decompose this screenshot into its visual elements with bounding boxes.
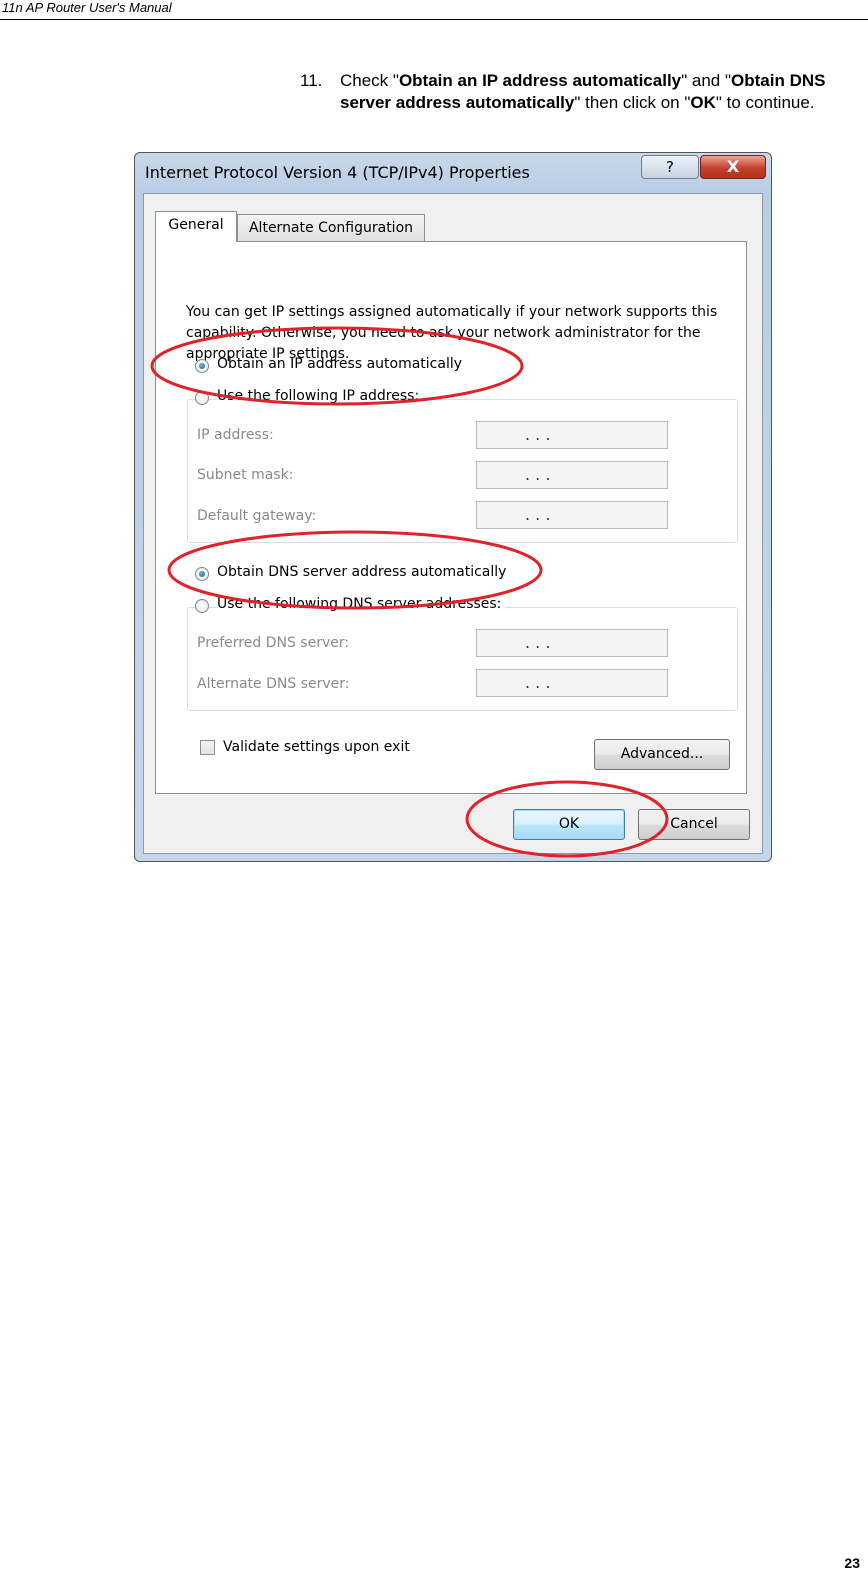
alternate-dns-dots: . . .: [525, 673, 551, 692]
help-icon: ?: [666, 158, 674, 176]
page-number: 23: [844, 1555, 860, 1571]
radio-obtain-dns-automatically[interactable]: [195, 567, 209, 581]
step-mid2: " then click on ": [574, 93, 691, 112]
cancel-button[interactable]: Cancel: [638, 809, 750, 840]
label-ip-address: IP address:: [197, 427, 274, 443]
dialog-titlebar[interactable]: Internet Protocol Version 4 (TCP/IPv4) P…: [135, 153, 771, 193]
step-bold-ip: Obtain an IP address automatically: [398, 71, 682, 90]
ip-address-dots: . . .: [525, 425, 551, 444]
label-use-following-dns[interactable]: Use the following DNS server addresses:: [217, 596, 506, 612]
default-gateway-dots: . . .: [525, 505, 551, 524]
alternate-dns-field[interactable]: . . .: [476, 669, 668, 697]
advanced-button[interactable]: Advanced...: [594, 739, 730, 770]
step-number: 11.: [300, 71, 323, 90]
subnet-mask-field[interactable]: . . .: [476, 461, 668, 489]
label-validate-settings[interactable]: Validate settings upon exit: [223, 739, 410, 755]
dialog-client-area: General Alternate Configuration You can …: [143, 193, 763, 854]
preferred-dns-dots: . . .: [525, 633, 551, 652]
label-use-following-ip[interactable]: Use the following IP address:: [217, 388, 424, 404]
step-mid1: " and ": [681, 71, 732, 90]
label-obtain-dns-automatically[interactable]: Obtain DNS server address automatically: [217, 564, 506, 580]
page-header: 11n AP Router User's Manual: [0, 0, 868, 20]
radio-use-following-ip[interactable]: [195, 391, 209, 405]
step-pre: Check ": [340, 71, 399, 90]
step-post: " to continue.: [715, 93, 815, 112]
label-subnet-mask: Subnet mask:: [197, 467, 294, 483]
close-icon: X: [726, 157, 740, 176]
radio-use-following-dns[interactable]: [195, 599, 209, 613]
help-button[interactable]: ?: [641, 155, 699, 179]
dialog-title: Internet Protocol Version 4 (TCP/IPv4) P…: [145, 163, 530, 182]
radio-obtain-ip-automatically[interactable]: [195, 359, 209, 373]
manual-title: 11n AP Router User's Manual: [2, 0, 172, 15]
subnet-mask-dots: . . .: [525, 465, 551, 484]
ok-button[interactable]: OK: [513, 809, 625, 840]
default-gateway-field[interactable]: . . .: [476, 501, 668, 529]
tcpip-properties-dialog: Internet Protocol Version 4 (TCP/IPv4) P…: [134, 152, 772, 862]
label-default-gateway: Default gateway:: [197, 508, 317, 524]
preferred-dns-field[interactable]: . . .: [476, 629, 668, 657]
label-alternate-dns: Alternate DNS server:: [197, 676, 350, 692]
step-bold-ok: OK: [690, 93, 716, 112]
label-obtain-ip-automatically[interactable]: Obtain an IP address automatically: [217, 356, 462, 372]
tab-alternate-configuration[interactable]: Alternate Configuration: [237, 214, 425, 242]
tab-general[interactable]: General: [155, 211, 237, 242]
ip-address-field[interactable]: . . .: [476, 421, 668, 449]
label-preferred-dns: Preferred DNS server:: [197, 635, 350, 651]
validate-checkbox[interactable]: [200, 740, 215, 755]
step-text: Check "Obtain an IP address automaticall…: [340, 70, 860, 114]
close-button[interactable]: X: [700, 155, 766, 179]
